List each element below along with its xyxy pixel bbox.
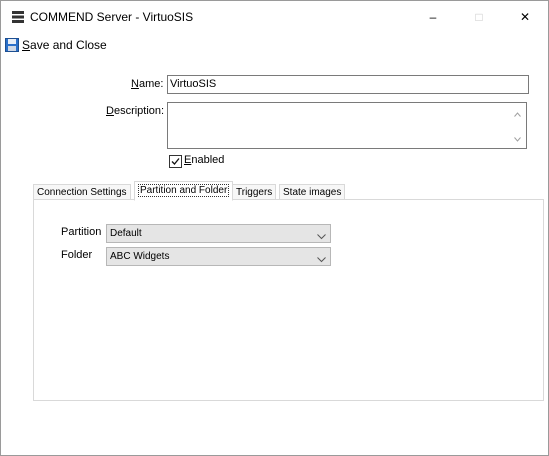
partition-value: Default	[110, 228, 142, 239]
app-window: COMMEND Server - VirtuoSIS – □ ✕ Save an…	[0, 0, 549, 456]
scroll-up-arrow-icon[interactable]	[514, 109, 521, 119]
partition-and-folder-panel: Partition Default Folder ABC Widgets	[33, 199, 544, 401]
tab-triggers-label: Triggers	[236, 187, 273, 198]
partition-dropdown[interactable]: Default	[106, 224, 331, 243]
tab-partition-and-folder-label: Partition and Folder	[138, 184, 230, 197]
window-title: COMMEND Server - VirtuoSIS	[30, 10, 194, 24]
maximize-icon: □	[475, 10, 483, 24]
description-scrollbar[interactable]	[509, 103, 526, 148]
scroll-down-arrow-icon[interactable]	[514, 134, 521, 144]
tab-connection-settings-label: Connection Settings	[37, 187, 127, 198]
chevron-down-icon	[317, 252, 326, 269]
checkmark-icon	[171, 158, 180, 165]
chevron-down-icon	[317, 229, 326, 246]
partition-label: Partition	[61, 226, 102, 238]
toolbar: Save and Close	[1, 33, 548, 57]
title-bar[interactable]: COMMEND Server - VirtuoSIS – □ ✕	[1, 1, 548, 33]
save-and-close-label: Save and Close	[22, 38, 107, 52]
tab-partition-and-folder[interactable]: Partition and Folder	[134, 181, 234, 201]
tab-triggers[interactable]: Triggers	[232, 184, 277, 200]
form-content: Name: VirtuoSIS Description: Enabled Con…	[1, 57, 548, 455]
description-field[interactable]	[167, 102, 527, 149]
server-icon	[12, 11, 24, 23]
folder-label: Folder	[61, 249, 93, 261]
enabled-label[interactable]: Enabled	[184, 154, 224, 166]
tab-state-images-label: State images	[283, 187, 342, 198]
name-label: Name:	[131, 78, 164, 90]
tab-connection-settings[interactable]: Connection Settings	[33, 184, 131, 200]
close-button[interactable]: ✕	[502, 1, 548, 33]
minimize-icon: –	[429, 10, 437, 24]
maximize-button[interactable]: □	[456, 1, 502, 33]
folder-dropdown[interactable]: ABC Widgets	[106, 247, 331, 266]
save-and-close-button[interactable]: Save and Close	[5, 37, 107, 53]
folder-value: ABC Widgets	[110, 251, 170, 262]
tab-state-images[interactable]: State images	[279, 184, 346, 200]
minimize-button[interactable]: –	[410, 1, 456, 33]
description-label: Description:	[106, 105, 165, 117]
floppy-disk-icon	[5, 38, 19, 52]
name-field[interactable]: VirtuoSIS	[167, 75, 529, 94]
close-icon: ✕	[519, 10, 531, 24]
enabled-checkbox[interactable]	[169, 155, 182, 168]
